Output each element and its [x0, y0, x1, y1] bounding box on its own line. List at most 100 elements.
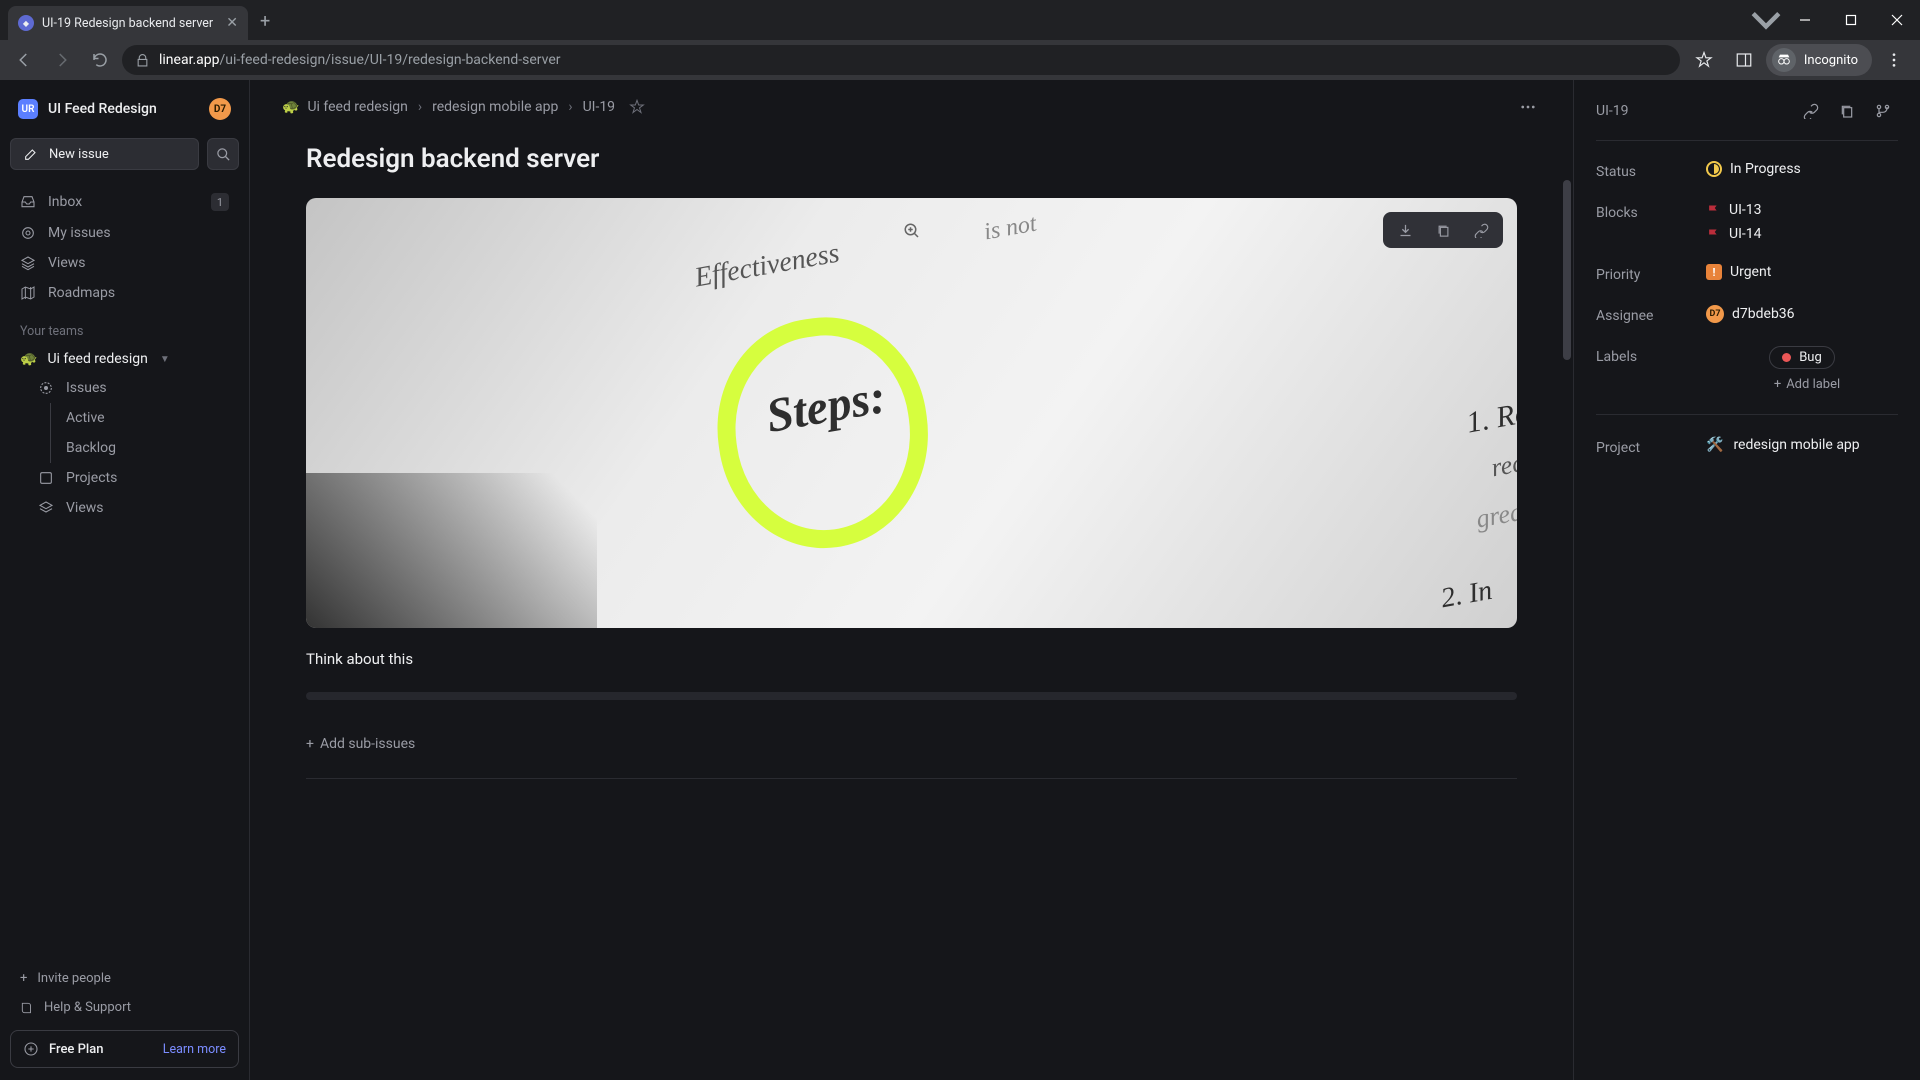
tab-title: UI-19 Redesign backend server [42, 16, 218, 31]
issues-icon [38, 380, 54, 396]
profile-indicator[interactable]: Incognito [1766, 44, 1872, 76]
new-issue-label: New issue [49, 147, 109, 162]
lock-icon [136, 54, 149, 67]
layers-icon [38, 500, 54, 516]
properties-panel: UI-19 Status In Progress Blocks [1574, 80, 1920, 1080]
issue-more-button[interactable] [1515, 94, 1541, 120]
maximize-button[interactable] [1828, 0, 1874, 40]
download-image-button[interactable] [1387, 216, 1423, 244]
issue-title[interactable]: Redesign backend server [306, 144, 1517, 174]
invite-people-link[interactable]: + Invite people [10, 964, 239, 993]
address-bar[interactable]: linear.app/ui-feed-redesign/issue/UI-19/… [122, 45, 1680, 75]
active-label: Active [66, 410, 105, 426]
status-text: In Progress [1730, 161, 1801, 177]
plan-card[interactable]: Free Plan Learn more [10, 1030, 239, 1068]
pencil-square-icon [23, 146, 39, 162]
workspace-avatar: UR [18, 99, 38, 119]
chevron-right-icon: › [568, 99, 572, 115]
breadcrumb-issue[interactable]: UI-19 [583, 99, 616, 115]
image-shadow [306, 473, 597, 628]
attached-image[interactable]: Effectiveness is not Steps: 1. Recordi r… [306, 198, 1517, 628]
book-icon [20, 1001, 34, 1015]
label-dot-icon [1782, 353, 1791, 362]
priority-text: Urgent [1730, 264, 1771, 280]
projects-label: Projects [66, 470, 117, 486]
copy-image-button[interactable] [1425, 216, 1461, 244]
user-avatar[interactable]: D7 [209, 98, 231, 120]
inbox-icon [20, 194, 36, 210]
status-value[interactable]: In Progress [1706, 161, 1898, 177]
copy-link-button[interactable] [1463, 216, 1499, 244]
assignee-value[interactable]: D7 d7bdeb36 [1706, 305, 1898, 323]
team-item[interactable]: 🐢 Ui feed redesign ▼ [10, 345, 239, 373]
sidebar-item-views[interactable]: Views [10, 248, 239, 278]
tab-overflow-icon[interactable] [1750, 0, 1782, 40]
breadcrumb-issue-label: UI-19 [583, 99, 616, 115]
panel-issue-id[interactable]: UI-19 [1596, 103, 1629, 119]
back-button[interactable] [8, 44, 40, 76]
priority-value[interactable]: ! Urgent [1706, 264, 1898, 280]
close-window-button[interactable] [1874, 0, 1920, 40]
sidebar: UR UI Feed Redesign D7 New issue Inbox 1… [0, 80, 250, 1080]
browser-tab[interactable]: ◆ UI-19 Redesign backend server ✕ [8, 6, 248, 40]
help-support-link[interactable]: Help & Support [10, 993, 239, 1022]
content-column: 🐢 Ui feed redesign › redesign mobile app… [250, 80, 1574, 1080]
breadcrumb-project-label: redesign mobile app [432, 99, 558, 115]
project-emoji-icon: 🛠️ [1706, 437, 1723, 453]
search-button[interactable] [207, 138, 239, 170]
roadmap-icon [20, 285, 36, 301]
browser-menu-icon[interactable] [1876, 42, 1912, 78]
image-toolbar [1383, 212, 1503, 248]
add-sub-issues-button[interactable]: + Add sub-issues [306, 728, 415, 760]
plus-icon: + [306, 736, 314, 752]
favorite-button[interactable] [629, 99, 645, 115]
label-chip-bug[interactable]: Bug [1769, 346, 1835, 369]
image-word: greate [1474, 494, 1517, 535]
sidebar-item-roadmaps[interactable]: Roadmaps [10, 278, 239, 308]
forward-button[interactable] [46, 44, 78, 76]
breadcrumb-team-label: Ui feed redesign [307, 99, 407, 115]
image-word: Effectiveness [692, 237, 841, 294]
blocks-value-1[interactable]: UI-14 [1706, 226, 1898, 242]
plan-plus-icon [23, 1041, 39, 1057]
close-tab-icon[interactable]: ✕ [226, 15, 238, 31]
ellipsis-icon [1519, 98, 1537, 116]
blocks-value-0[interactable]: UI-13 [1706, 202, 1898, 218]
minimize-button[interactable] [1782, 0, 1828, 40]
team-nav-projects[interactable]: Projects [10, 463, 239, 493]
add-label-button[interactable]: + Add label [1774, 377, 1840, 392]
breadcrumb-project[interactable]: redesign mobile app [432, 99, 558, 115]
sidebar-item-inbox[interactable]: Inbox 1 [10, 186, 239, 218]
my-issues-label: My issues [48, 225, 111, 241]
image-word: is not [982, 211, 1039, 247]
panel-toggle-icon[interactable] [1726, 42, 1762, 78]
sidebar-item-my-issues[interactable]: My issues [10, 218, 239, 248]
copy-branch-button[interactable] [1868, 96, 1898, 126]
team-nav-active[interactable]: Active [10, 403, 239, 433]
roadmaps-label: Roadmaps [48, 285, 115, 301]
reload-button[interactable] [84, 44, 116, 76]
plus-icon: + [1774, 377, 1781, 392]
project-value[interactable]: 🛠️ redesign mobile app [1706, 437, 1898, 453]
scrollbar-thumb[interactable] [1563, 180, 1571, 360]
team-emoji-icon: 🐢 [282, 99, 299, 115]
team-nav-views[interactable]: Views [10, 493, 239, 523]
projects-icon [38, 470, 54, 486]
issue-description[interactable]: Think about this [306, 650, 1517, 668]
assignee-avatar-icon: D7 [1706, 305, 1724, 323]
breadcrumb-team[interactable]: 🐢 Ui feed redesign [282, 99, 408, 115]
learn-more-link[interactable]: Learn more [163, 1042, 226, 1057]
team-nav-backlog[interactable]: Backlog [10, 433, 239, 463]
copy-id-button[interactable] [1832, 96, 1862, 126]
plan-name: Free Plan [49, 1042, 103, 1057]
zoom-icon[interactable] [903, 222, 921, 240]
bookmark-icon[interactable] [1686, 42, 1722, 78]
team-nav-issues[interactable]: Issues [10, 373, 239, 403]
new-tab-button[interactable]: + [260, 11, 270, 32]
new-issue-button[interactable]: New issue [10, 138, 199, 170]
inbox-label: Inbox [48, 194, 82, 210]
invite-label: Invite people [37, 971, 111, 986]
workspace-switcher[interactable]: UR UI Feed Redesign D7 [10, 94, 239, 124]
flag-icon [1706, 203, 1721, 218]
copy-link-button[interactable] [1796, 96, 1826, 126]
